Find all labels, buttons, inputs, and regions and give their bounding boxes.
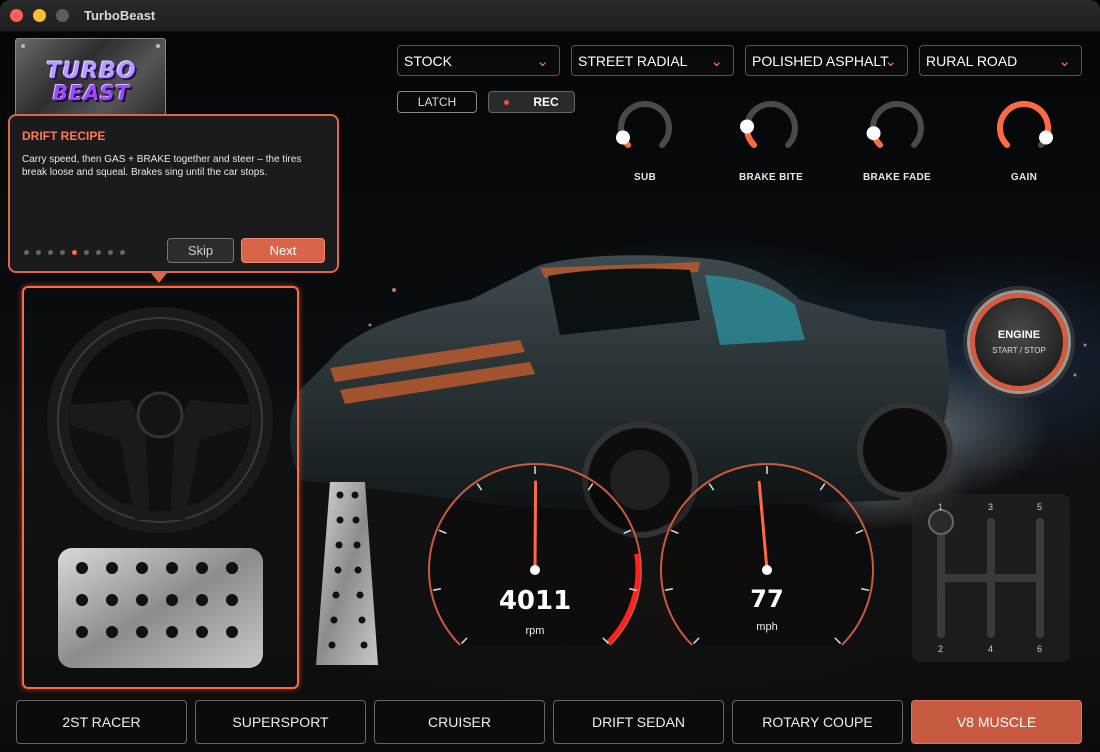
car-tab-label: 2ST RACER — [62, 714, 141, 730]
gauge-hub — [530, 565, 540, 575]
car-tab-label: ROTARY COUPE — [762, 714, 873, 730]
gear-shifter[interactable]: 1 3 5 2 4 6 — [912, 494, 1070, 662]
gear-label: 3 — [988, 502, 994, 512]
rpm-unit: rpm — [525, 625, 545, 637]
car-tab-drift-sedan[interactable]: DRIFT SEDAN — [553, 700, 724, 744]
gear-label: 2 — [938, 644, 944, 654]
car-tab-cruiser[interactable]: CRUISER — [374, 700, 545, 744]
gauge-hub — [762, 565, 772, 575]
rpm-gauge — [428, 463, 642, 646]
speed-unit: mph — [756, 621, 778, 633]
gear-label: 6 — [1037, 644, 1043, 654]
car-tab-v8-muscle[interactable]: V8 MUSCLE — [911, 700, 1082, 744]
car-tab-label: V8 MUSCLE — [956, 714, 1037, 730]
car-tab-rotary-coupe[interactable]: ROTARY COUPE — [732, 700, 903, 744]
rpm-value: 4011 — [498, 586, 572, 616]
car-tab-supersport[interactable]: SUPERSPORT — [195, 700, 366, 744]
gear-label: 4 — [988, 644, 994, 654]
speed-value: 77 — [750, 585, 784, 613]
car-tab-label: DRIFT SEDAN — [591, 714, 686, 730]
engine-label: ENGINE — [997, 329, 1041, 341]
speed-gauge — [660, 463, 874, 646]
shift-knob[interactable] — [928, 509, 954, 535]
car-tab-label: SUPERSPORT — [232, 714, 329, 730]
engine-sublabel: START / STOP — [992, 346, 1046, 355]
car-tab-label: CRUISER — [427, 714, 491, 730]
gauge-needle — [533, 480, 538, 572]
shift-gate — [928, 509, 1044, 638]
gear-label: 5 — [1037, 502, 1043, 512]
engine-start-stop-button[interactable]: ENGINE START / STOP — [967, 290, 1071, 394]
car-tab-2st-racer[interactable]: 2ST RACER — [16, 700, 187, 744]
gear-label: 1 — [938, 502, 944, 512]
